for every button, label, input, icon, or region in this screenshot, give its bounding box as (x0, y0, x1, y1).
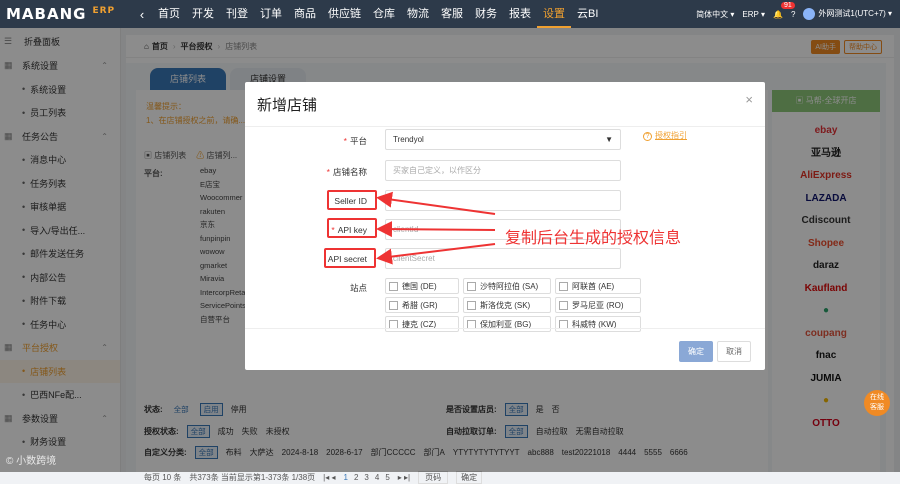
page-number[interactable]: 4 (375, 473, 379, 482)
page-number[interactable]: 5 (385, 473, 389, 482)
page-size-select[interactable]: 每页 10 条 (144, 472, 181, 483)
annotation-text: 复制后台生成的授权信息 (505, 228, 682, 247)
page-confirm-button[interactable]: 确定 (456, 471, 483, 484)
first-page-icon[interactable]: |◂ ◂ (323, 473, 335, 482)
online-support-button[interactable]: 在线 客服 (864, 390, 890, 416)
pagination: 每页 10 条 共373条 当前显示第1-373条 1/38页 |◂ ◂ 123… (144, 471, 483, 484)
page-number[interactable]: 2 (354, 473, 358, 482)
page-total: 共373条 当前显示第1-373条 1/38页 (189, 473, 316, 482)
page-goto-input[interactable]: 页码 (418, 471, 449, 484)
next-page-icon[interactable]: ▸ ▸| (398, 473, 410, 482)
watermark: © 小数跨境 (6, 456, 57, 467)
page-number[interactable]: 3 (364, 473, 368, 482)
page-numbers: 12345 (344, 473, 390, 482)
annotation-arrows (376, 191, 496, 265)
page-number[interactable]: 1 (344, 473, 348, 482)
